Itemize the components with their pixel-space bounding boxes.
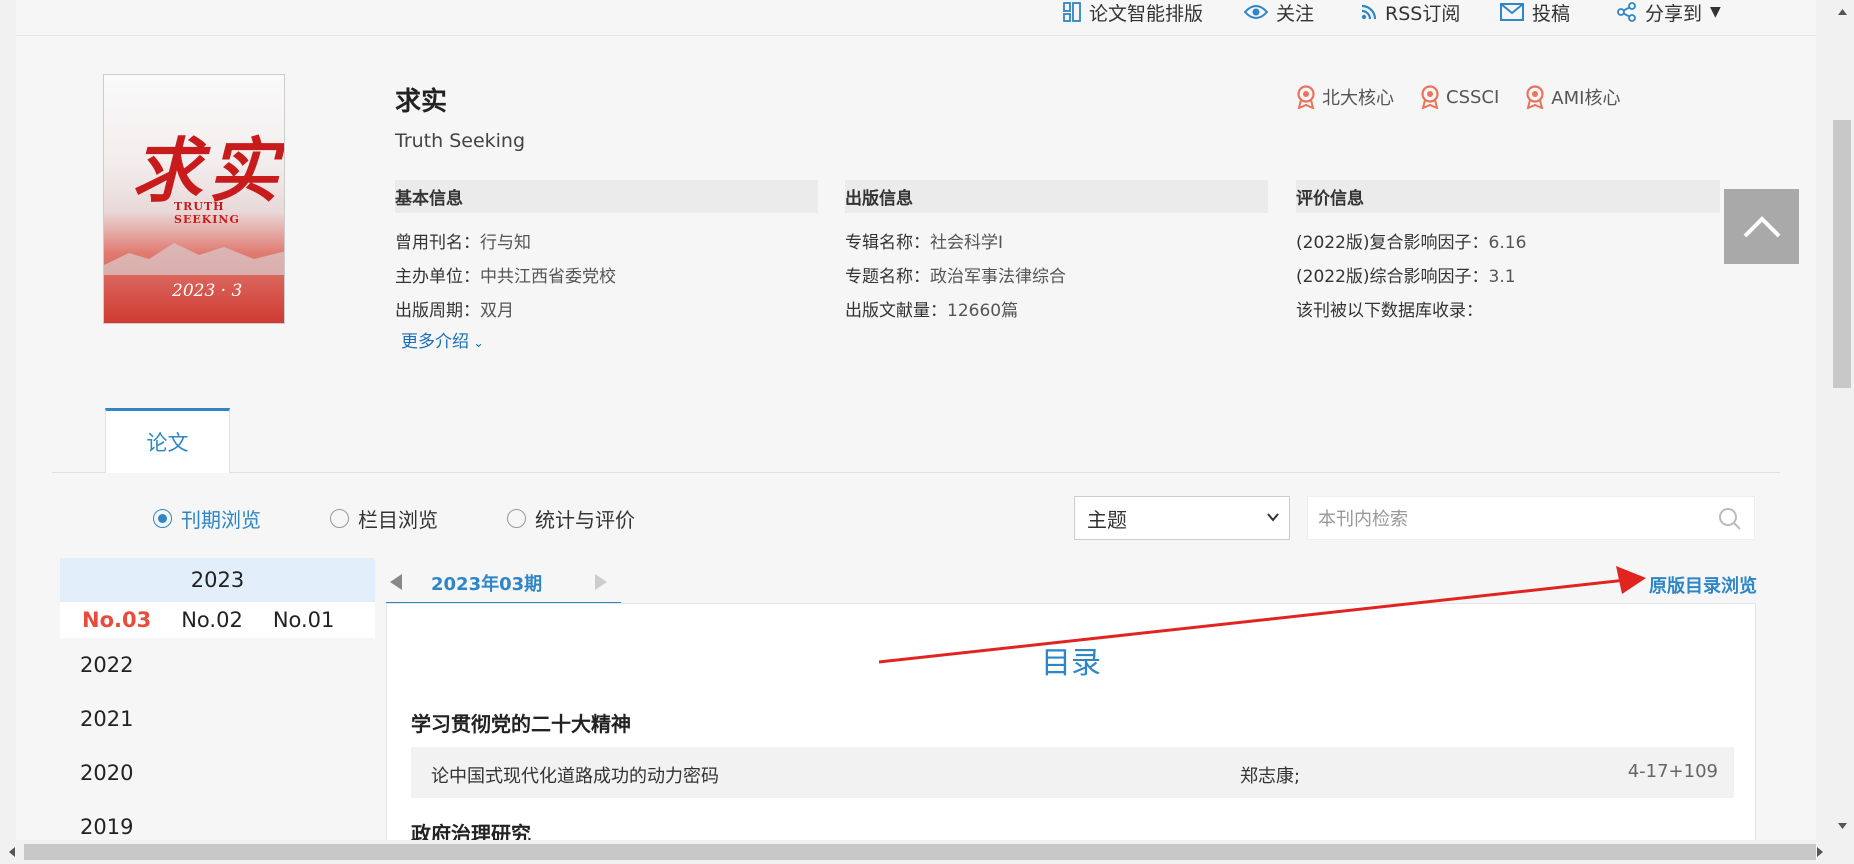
comprehensive-impact-row: (2022版)综合影响因子：3.1 <box>1296 267 1516 287</box>
eye-icon <box>1244 5 1268 19</box>
previous-issue-icon[interactable] <box>388 572 404 592</box>
tab-divider <box>52 472 1780 473</box>
issue-item-current[interactable]: No.03 <box>82 608 151 632</box>
back-to-top-button[interactable] <box>1724 189 1799 264</box>
next-issue-icon[interactable] <box>593 572 609 592</box>
radio-icon <box>330 509 349 528</box>
article-title-link[interactable]: 论中国式现代化道路成功的动力密码 <box>431 762 719 788</box>
more-intro-link[interactable]: 更多介绍 ⌄ <box>401 327 484 352</box>
double-chevron-down-icon: ⌄ <box>469 336 485 351</box>
rss-button[interactable]: RSS订阅 <box>1361 0 1461 25</box>
browse-by-issue-label: 刊期浏览 <box>181 508 261 532</box>
smart-layout-button[interactable]: 论文智能排版 <box>1063 0 1204 25</box>
stats-evaluation-option[interactable]: 统计与评价 <box>507 504 635 533</box>
vertical-scroll-thumb[interactable] <box>1833 120 1851 388</box>
table-of-contents: 目录 学习贯彻党的二十大精神 论中国式现代化道路成功的动力密码 郑志康; 4-1… <box>386 603 1756 840</box>
search-field-select[interactable]: 主题 <box>1074 496 1290 540</box>
browse-by-column-label: 栏目浏览 <box>358 508 438 532</box>
badge-label: CSSCI <box>1446 86 1500 108</box>
award-ribbon-icon <box>1297 85 1315 109</box>
composite-impact-row: (2022版)复合影响因子：6.16 <box>1296 233 1527 253</box>
follow-label: 关注 <box>1276 2 1315 25</box>
dropdown-triangle-icon: ▼ <box>1710 4 1721 20</box>
search-icon[interactable] <box>1718 507 1742 531</box>
share-label: 分享到 <box>1645 2 1703 25</box>
toc-heading: 目录 <box>1041 646 1101 681</box>
index-badges: 北大核心 CSSCI AMI核心 <box>1296 84 1620 110</box>
cover-issue: 2023 · 3 <box>172 281 243 301</box>
journal-cover-image: 求实 TRUTH SEEKING 2023 · 3 <box>103 74 285 324</box>
cover-mountain-art <box>104 243 284 275</box>
share-icon <box>1617 2 1636 22</box>
scroll-down-icon[interactable] <box>1831 818 1854 834</box>
issue-item[interactable]: No.02 <box>181 608 243 632</box>
rss-icon <box>1361 4 1377 20</box>
year-item-active[interactable]: 2023 <box>60 558 375 602</box>
database-row: 该刊被以下数据库收录： <box>1296 301 1483 321</box>
basic-info-header: 基本信息 <box>395 180 818 213</box>
badge-ami-core: AMI核心 <box>1525 84 1620 110</box>
year-item[interactable]: 2020 <box>60 746 375 800</box>
article-pages: 4-17+109 <box>1627 761 1718 782</box>
issue-item[interactable]: No.01 <box>273 608 335 632</box>
award-ribbon-icon <box>1526 85 1544 109</box>
journal-page: 论文智能排版 关注 RSS订阅 投稿 分享到 ▼ 求实 TRUTH SEEKIN… <box>16 0 1816 840</box>
year-list: 2023 No.03 No.02 No.01 2022 2021 2020 20… <box>60 558 375 840</box>
mail-icon <box>1500 3 1524 21</box>
year-item[interactable]: 2019 <box>60 800 375 840</box>
browse-by-column-option[interactable]: 栏目浏览 <box>330 504 438 533</box>
radio-icon <box>507 509 526 528</box>
badge-label: AMI核心 <box>1551 88 1621 109</box>
album-row: 专辑名称：社会科学I <box>845 233 1004 253</box>
badge-cssci: CSSCI <box>1420 84 1499 110</box>
year-item[interactable]: 2021 <box>60 692 375 746</box>
toc-section-title: 学习贯彻党的二十大精神 <box>411 712 631 736</box>
evaluation-info-header: 评价信息 <box>1296 180 1720 213</box>
badge-pku-core: 北大核心 <box>1296 84 1394 110</box>
badge-label: 北大核心 <box>1322 88 1394 109</box>
award-ribbon-icon <box>1421 85 1439 109</box>
chevron-up-icon <box>1743 215 1780 237</box>
cycle-row: 出版周期：双月 <box>395 301 514 321</box>
toc-section-title: 政府治理研究 <box>411 822 531 840</box>
journal-title: 求实 <box>395 87 448 117</box>
cover-title-en: TRUTH SEEKING <box>174 200 240 226</box>
rss-label: RSS订阅 <box>1385 2 1461 25</box>
follow-button[interactable]: 关注 <box>1244 0 1315 25</box>
radio-selected-icon <box>153 509 172 528</box>
share-button[interactable]: 分享到 ▼ <box>1617 0 1721 25</box>
publishing-info-header: 出版信息 <box>845 180 1268 213</box>
chevron-down-icon <box>1267 513 1279 522</box>
journal-search-input[interactable]: 本刊内检索 <box>1307 496 1755 540</box>
submit-label: 投稿 <box>1532 2 1571 25</box>
original-toc-link[interactable]: 原版目录浏览 <box>1649 572 1757 598</box>
toc-article-row: 论中国式现代化道路成功的动力密码 郑志康; 4-17+109 <box>411 747 1734 798</box>
publication-count-row: 出版文献量：12660篇 <box>845 301 1019 321</box>
vertical-scrollbar[interactable] <box>1831 0 1854 840</box>
toolbar: 论文智能排版 关注 RSS订阅 投稿 分享到 ▼ <box>16 0 1816 36</box>
scroll-left-icon[interactable] <box>4 840 20 864</box>
topic-row: 专题名称：政治军事法律综合 <box>845 267 1066 287</box>
issue-navigation: 2023年03期 <box>386 564 1756 604</box>
journal-title-en: Truth Seeking <box>395 130 526 152</box>
submit-button[interactable]: 投稿 <box>1500 0 1571 25</box>
browse-by-issue-option[interactable]: 刊期浏览 <box>153 504 261 533</box>
sponsor-row: 主办单位：中共江西省委党校 <box>395 267 616 287</box>
scroll-up-icon[interactable] <box>1831 4 1854 20</box>
layout-icon <box>1063 2 1081 22</box>
year-item[interactable]: 2022 <box>60 638 375 692</box>
smart-layout-label: 论文智能排版 <box>1089 2 1204 25</box>
horizontal-scroll-thumb[interactable] <box>24 844 1816 860</box>
stats-evaluation-label: 统计与评价 <box>535 508 635 532</box>
issue-list: No.03 No.02 No.01 <box>60 602 375 638</box>
current-issue-label: 2023年03期 <box>431 574 543 595</box>
former-name-row: 曾用刊名：行与知 <box>395 233 531 253</box>
horizontal-scrollbar[interactable] <box>0 840 1854 864</box>
scroll-right-icon[interactable] <box>1812 840 1828 864</box>
article-author-link[interactable]: 郑志康; <box>1240 762 1300 788</box>
tab-papers[interactable]: 论文 <box>105 408 230 473</box>
